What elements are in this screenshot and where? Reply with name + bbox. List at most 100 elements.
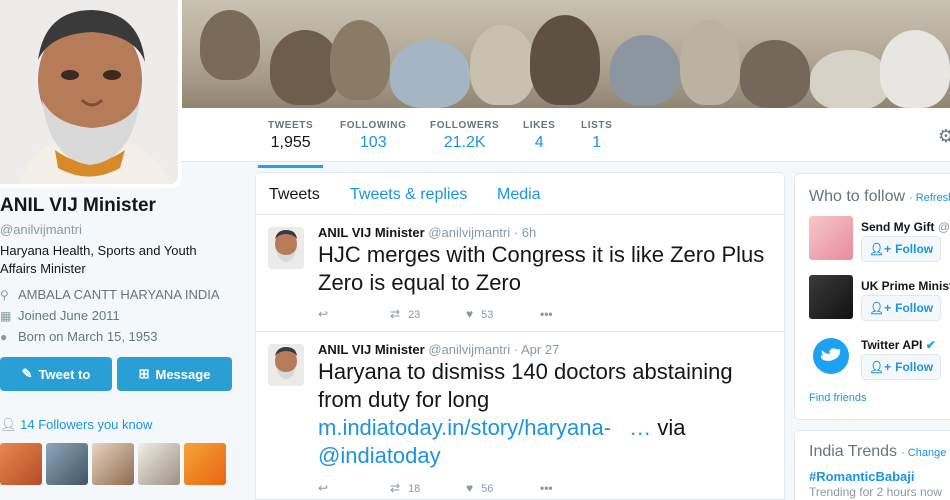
nav-likes[interactable]: LIKES 4 xyxy=(523,120,555,152)
tweet-handle[interactable]: @anilvijmantri xyxy=(428,342,510,357)
follower-avatar[interactable] xyxy=(92,443,134,485)
suggestion-handle: @S xyxy=(937,220,950,234)
message-button[interactable]: ⊞ Message xyxy=(117,357,232,391)
tweet-time[interactable]: 6h xyxy=(522,225,536,240)
retweet-count: 18 xyxy=(408,483,421,495)
tweet-header: ANIL VIJ Minister @anilvijmantri · 6h xyxy=(318,225,537,240)
follow-label: Follow xyxy=(895,301,934,315)
nav-lists[interactable]: LISTS 1 xyxy=(581,120,612,152)
tweet-author[interactable]: ANIL VIJ Minister xyxy=(318,225,425,240)
follow-button[interactable]: 👤︎+ Follow xyxy=(861,236,941,262)
trend-subtitle: Trending for 2 hours now xyxy=(809,485,942,499)
trends-header: India Trends · Change xyxy=(809,443,946,461)
follow-label: Follow xyxy=(895,242,934,256)
tweet-time[interactable]: Apr 27 xyxy=(521,342,559,357)
tweet-via: via xyxy=(657,415,686,440)
tab-media[interactable]: Media xyxy=(497,186,541,204)
tab-tweets[interactable]: Tweets xyxy=(269,186,320,204)
retweet-button[interactable]: ⇄ 23 xyxy=(390,307,420,321)
trends-module: India Trends · Change #RomanticBabaji Tre… xyxy=(794,430,950,500)
profile-name: ANIL VIJ Minister xyxy=(0,195,156,216)
timeline-tabs: Tweets Tweets & replies Media xyxy=(256,173,784,215)
profile-avatar-frame xyxy=(0,0,182,188)
tweet-handle[interactable]: @anilvijmantri xyxy=(428,225,510,240)
nav-following-count: 103 xyxy=(359,134,387,151)
nav-likes-label: LIKES xyxy=(523,120,556,131)
suggestion-avatar[interactable] xyxy=(809,216,853,260)
profile-location: ⚲ AMBALA CANTT HARYANA INDIA xyxy=(0,287,220,302)
like-button[interactable]: ♥ 53 xyxy=(466,307,493,321)
suggestion-avatar[interactable] xyxy=(809,275,853,319)
who-to-follow-header: Who to follow · Refresh xyxy=(809,188,950,206)
tweet-to-label: Tweet to xyxy=(38,366,91,382)
retweet-icon: ⇄ xyxy=(390,481,401,495)
tweet-text: HJC merges with Congress it is like Zero… xyxy=(318,242,765,295)
person-icon: 👤︎ xyxy=(0,417,17,432)
profile-joined: ▦ Joined June 2011 xyxy=(0,308,120,323)
nav-following[interactable]: FOLLOWING 103 xyxy=(340,120,407,152)
verified-badge-icon: ✔ xyxy=(925,338,936,352)
nav-followers-count: 21.2K xyxy=(443,134,486,151)
tweet-item[interactable]: ANIL VIJ Minister @anilvijmantri · Apr 2… xyxy=(256,332,784,499)
reply-icon[interactable]: ↩ xyxy=(318,307,328,321)
message-icon: ⊞ xyxy=(138,366,150,381)
tweet-item[interactable]: ANIL VIJ Minister @anilvijmantri · 6h HJ… xyxy=(256,215,784,332)
retweet-count: 23 xyxy=(408,309,421,321)
like-button[interactable]: ♥ 56 xyxy=(466,481,493,495)
header-banner xyxy=(180,0,950,108)
nav-likes-count: 4 xyxy=(534,134,544,151)
nav-lists-count: 1 xyxy=(592,134,602,151)
compose-icon: ✎ xyxy=(21,366,33,381)
tab-tweets-replies[interactable]: Tweets & replies xyxy=(350,186,467,204)
nav-tweets[interactable]: TWEETS 1,955 xyxy=(257,120,324,168)
profile-joined-text: Joined June 2011 xyxy=(18,308,120,323)
nav-tweets-count: 1,955 xyxy=(270,134,311,151)
profile-born: ● Born on March 15, 1953 xyxy=(0,329,157,344)
refresh-link[interactable]: · Refresh xyxy=(909,192,950,204)
tweet-mention[interactable]: @indiatoday xyxy=(318,443,441,468)
follower-avatar[interactable] xyxy=(46,443,88,485)
tweet-link[interactable]: m.indiatoday.in/story/haryana- xyxy=(318,415,611,440)
tweet-avatar[interactable] xyxy=(268,227,304,269)
balloon-icon: ● xyxy=(0,330,8,344)
suggestion-avatar[interactable] xyxy=(809,334,853,378)
tweet-text: Haryana to dismiss 140 doctors abstainin… xyxy=(318,358,778,470)
follower-avatar[interactable] xyxy=(138,443,180,485)
follow-button[interactable]: 👤︎+ Follow xyxy=(861,295,941,321)
tweet-to-button[interactable]: ✎ Tweet to xyxy=(0,357,112,391)
suggestion-name[interactable]: Twitter API xyxy=(861,338,922,352)
more-icon[interactable]: ••• xyxy=(540,307,553,321)
who-to-follow-title: Who to follow xyxy=(809,188,906,205)
profile-avatar[interactable] xyxy=(0,0,178,184)
change-link[interactable]: · Change xyxy=(901,447,946,459)
who-to-follow-module: Who to follow· Refresh Send My Gift @S 👤… xyxy=(794,173,950,420)
followers-you-know-link[interactable]: 👤︎ 14 Followers you know xyxy=(0,417,152,433)
like-count: 53 xyxy=(481,309,494,321)
find-friends-link[interactable]: Find friends xyxy=(809,392,866,404)
follow-button[interactable]: 👤︎+ Follow xyxy=(861,354,941,380)
nav-followers-label: FOLLOWERS xyxy=(430,120,500,131)
nav-lists-label: LISTS xyxy=(581,120,613,131)
retweet-button[interactable]: ⇄ 18 xyxy=(390,481,420,495)
profile-handle[interactable]: @anilvijmantri xyxy=(0,222,82,237)
suggestion-name[interactable]: Send My Gift xyxy=(861,220,934,234)
profile-bio: Haryana Health, Sports and Youth Affairs… xyxy=(0,243,197,276)
location-pin-icon: ⚲ xyxy=(0,288,9,302)
tweet-header: ANIL VIJ Minister @anilvijmantri · Apr 2… xyxy=(318,342,560,357)
gear-icon[interactable]: ⚙ xyxy=(938,126,950,147)
reply-icon[interactable]: ↩ xyxy=(318,481,328,495)
tweet-link-ellipsis[interactable]: … xyxy=(629,415,651,440)
nav-followers[interactable]: FOLLOWERS 21.2K xyxy=(430,120,499,152)
nav-tweets-label: TWEETS xyxy=(268,120,314,131)
message-label: Message xyxy=(155,366,211,382)
tweet-avatar[interactable] xyxy=(268,344,304,386)
more-icon[interactable]: ••• xyxy=(540,481,553,495)
add-user-icon: 👤︎+ xyxy=(868,301,892,315)
tweet-author[interactable]: ANIL VIJ Minister xyxy=(318,342,425,357)
trend-item[interactable]: #RomanticBabaji xyxy=(809,469,914,484)
follow-label: Follow xyxy=(895,360,934,374)
suggestion-name[interactable]: UK Prime Minist xyxy=(861,279,950,293)
retweet-icon: ⇄ xyxy=(390,307,401,321)
follower-avatar[interactable] xyxy=(184,443,226,485)
follower-avatar[interactable] xyxy=(0,443,42,485)
